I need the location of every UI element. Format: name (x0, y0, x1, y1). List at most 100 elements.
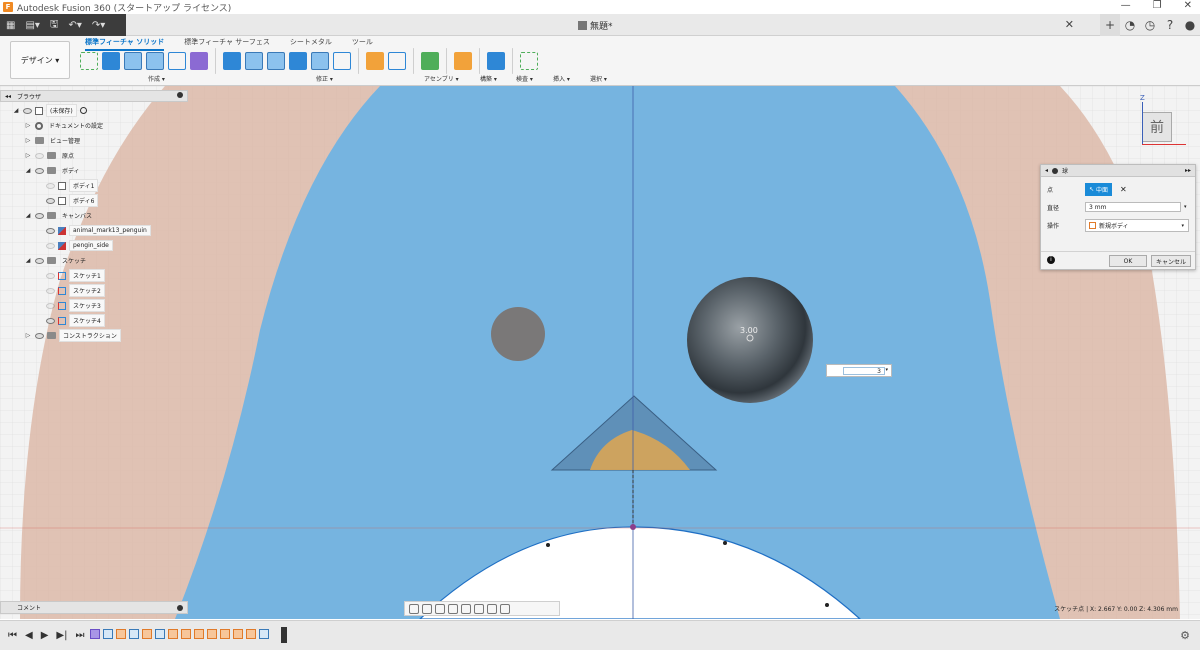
eye-icon[interactable] (46, 287, 55, 294)
revolve-icon[interactable] (124, 52, 142, 70)
timeline-marker[interactable] (281, 627, 287, 643)
eye-icon[interactable] (46, 182, 55, 189)
timeline-feature[interactable] (181, 629, 191, 639)
gear-icon[interactable]: ⚙ (1180, 629, 1190, 642)
timeline-feature[interactable] (142, 629, 152, 639)
tree-node-body1[interactable]: ボディ1 (46, 179, 99, 192)
tree-node-sketches[interactable]: ◢ スケッチ (24, 254, 89, 267)
eye-icon[interactable] (46, 197, 55, 204)
move-icon[interactable] (333, 52, 351, 70)
timeline-feature[interactable] (207, 629, 217, 639)
dialog-collapse-icon[interactable]: ◂ (1045, 167, 1048, 174)
look-at-icon[interactable] (422, 603, 432, 614)
fillet-icon[interactable] (245, 52, 263, 70)
extrude-icon[interactable] (102, 52, 120, 70)
redo-icon[interactable]: ↷▾ (92, 20, 105, 31)
group-inspect[interactable]: 検査 ▾ (516, 74, 533, 83)
timeline-feature[interactable] (116, 629, 126, 639)
expand-arrow-icon[interactable]: ▷ (24, 122, 32, 129)
timeline-feature[interactable] (103, 629, 113, 639)
tree-node-canvases[interactable]: ◢ キャンバス (24, 209, 95, 222)
press-pull-icon[interactable] (223, 52, 241, 70)
close-window-icon[interactable]: ✕ (1184, 0, 1192, 11)
timeline-feature[interactable] (259, 629, 269, 639)
create-form-icon[interactable] (190, 52, 208, 70)
close-tab-icon[interactable]: ✕ (1065, 18, 1074, 31)
dimension-field[interactable]: 3 (843, 367, 885, 375)
eye-icon[interactable] (35, 257, 44, 264)
chamfer-icon[interactable] (267, 52, 285, 70)
tab-solid[interactable]: 標準フィーチャ ソリッド (85, 37, 165, 51)
shell-icon[interactable] (311, 52, 329, 70)
tree-node-sketch2[interactable]: スケッチ2 (46, 284, 105, 297)
new-tab-button[interactable]: + (1100, 14, 1120, 36)
tree-node-sketch1[interactable]: スケッチ1 (46, 269, 105, 282)
zoom-icon[interactable] (448, 603, 458, 614)
tree-node-origin[interactable]: ▷ 原点 (24, 149, 77, 162)
expand-arrow-icon[interactable]: ◢ (24, 167, 32, 174)
point-select-button[interactable]: ↖ 中面 (1085, 183, 1113, 196)
tree-node-root[interactable]: ◢ (未保存) (12, 104, 87, 117)
account-icon[interactable]: ● (1180, 14, 1200, 36)
cancel-button[interactable]: キャンセル (1151, 255, 1191, 267)
dialog-header[interactable]: ◂ 球 ▸▸ (1041, 165, 1195, 177)
expand-arrow-icon[interactable]: ▷ (24, 152, 32, 159)
step-back-icon[interactable]: ◀ (25, 630, 33, 641)
document-tab[interactable]: 無題* (578, 19, 613, 32)
hole-icon[interactable] (146, 52, 164, 70)
select-icon[interactable] (520, 52, 538, 70)
undo-icon[interactable]: ↶▾ (68, 20, 81, 31)
diameter-dropdown-icon[interactable]: ▾ (1184, 204, 1187, 210)
go-to-end-icon[interactable]: ⏭ (75, 630, 84, 641)
eye-icon[interactable] (35, 212, 44, 219)
collapse-icon[interactable]: ◂◂ (5, 93, 11, 100)
group-modify[interactable]: 修正 ▾ (316, 74, 333, 83)
expand-arrow-icon[interactable]: ◢ (24, 257, 32, 264)
3d-viewport[interactable]: 3.00 (0, 86, 1200, 619)
viewports-icon[interactable] (500, 603, 510, 614)
dialog-expand-icon[interactable]: ▸▸ (1185, 167, 1191, 174)
help-icon[interactable]: ? (1160, 14, 1180, 36)
timeline-feature[interactable] (168, 629, 178, 639)
eye-icon[interactable] (46, 302, 55, 309)
timeline-feature[interactable] (129, 629, 139, 639)
minimize-icon[interactable]: — (1121, 0, 1131, 11)
play-icon[interactable]: ▶ (41, 630, 49, 641)
expand-arrow-icon[interactable]: ▷ (24, 137, 32, 144)
timeline-feature[interactable] (194, 629, 204, 639)
offset-plane-icon[interactable] (421, 52, 439, 70)
eye-icon[interactable] (23, 107, 32, 114)
tree-node-construction[interactable]: ▷ コンストラクション (24, 329, 121, 342)
grid-menu-icon[interactable]: ▦ (6, 20, 15, 31)
group-construct[interactable]: 構築 ▾ (480, 74, 497, 83)
eye-icon[interactable] (35, 332, 44, 339)
expand-arrow-icon[interactable]: ◢ (24, 212, 32, 219)
tree-node-canvas-side[interactable]: pengin_side (46, 239, 113, 252)
workspace-dropdown[interactable]: デザイン ▾ (10, 41, 70, 79)
notifications-icon[interactable]: ◷ (1140, 14, 1160, 36)
chevron-down-icon[interactable]: ▾ (885, 367, 888, 373)
timeline-feature[interactable] (90, 629, 100, 639)
file-menu-icon[interactable]: ▤▾ (25, 20, 39, 31)
dialog-pin-icon[interactable] (1052, 167, 1059, 174)
tab-sheetmetal[interactable]: シートメタル (290, 37, 332, 51)
step-forward-icon[interactable]: ▶| (56, 630, 67, 641)
group-assemble[interactable]: アセンブリ ▾ (424, 74, 459, 83)
tree-node-sketch4[interactable]: スケッチ4 (46, 314, 105, 327)
eye-icon[interactable] (46, 317, 55, 324)
timeline-feature[interactable] (246, 629, 256, 639)
tree-node-bodies[interactable]: ◢ ボディ (24, 164, 83, 177)
timeline-feature[interactable] (220, 629, 230, 639)
diameter-input[interactable]: 3 mm (1085, 202, 1181, 212)
pin-icon[interactable] (177, 605, 183, 611)
fit-icon[interactable] (461, 603, 471, 614)
browser-header[interactable]: ◂◂ ブラウザ (0, 90, 188, 102)
save-icon[interactable]: 🖫 (50, 17, 59, 34)
pin-icon[interactable] (177, 92, 183, 98)
tree-node-named-views[interactable]: ▷ ビュー管理 (24, 134, 83, 147)
job-status-icon[interactable]: ◔ (1120, 14, 1140, 36)
display-settings-icon[interactable] (474, 603, 484, 614)
eye-icon[interactable] (46, 242, 55, 249)
tree-node-sketch3[interactable]: スケッチ3 (46, 299, 105, 312)
timeline-feature[interactable] (155, 629, 165, 639)
